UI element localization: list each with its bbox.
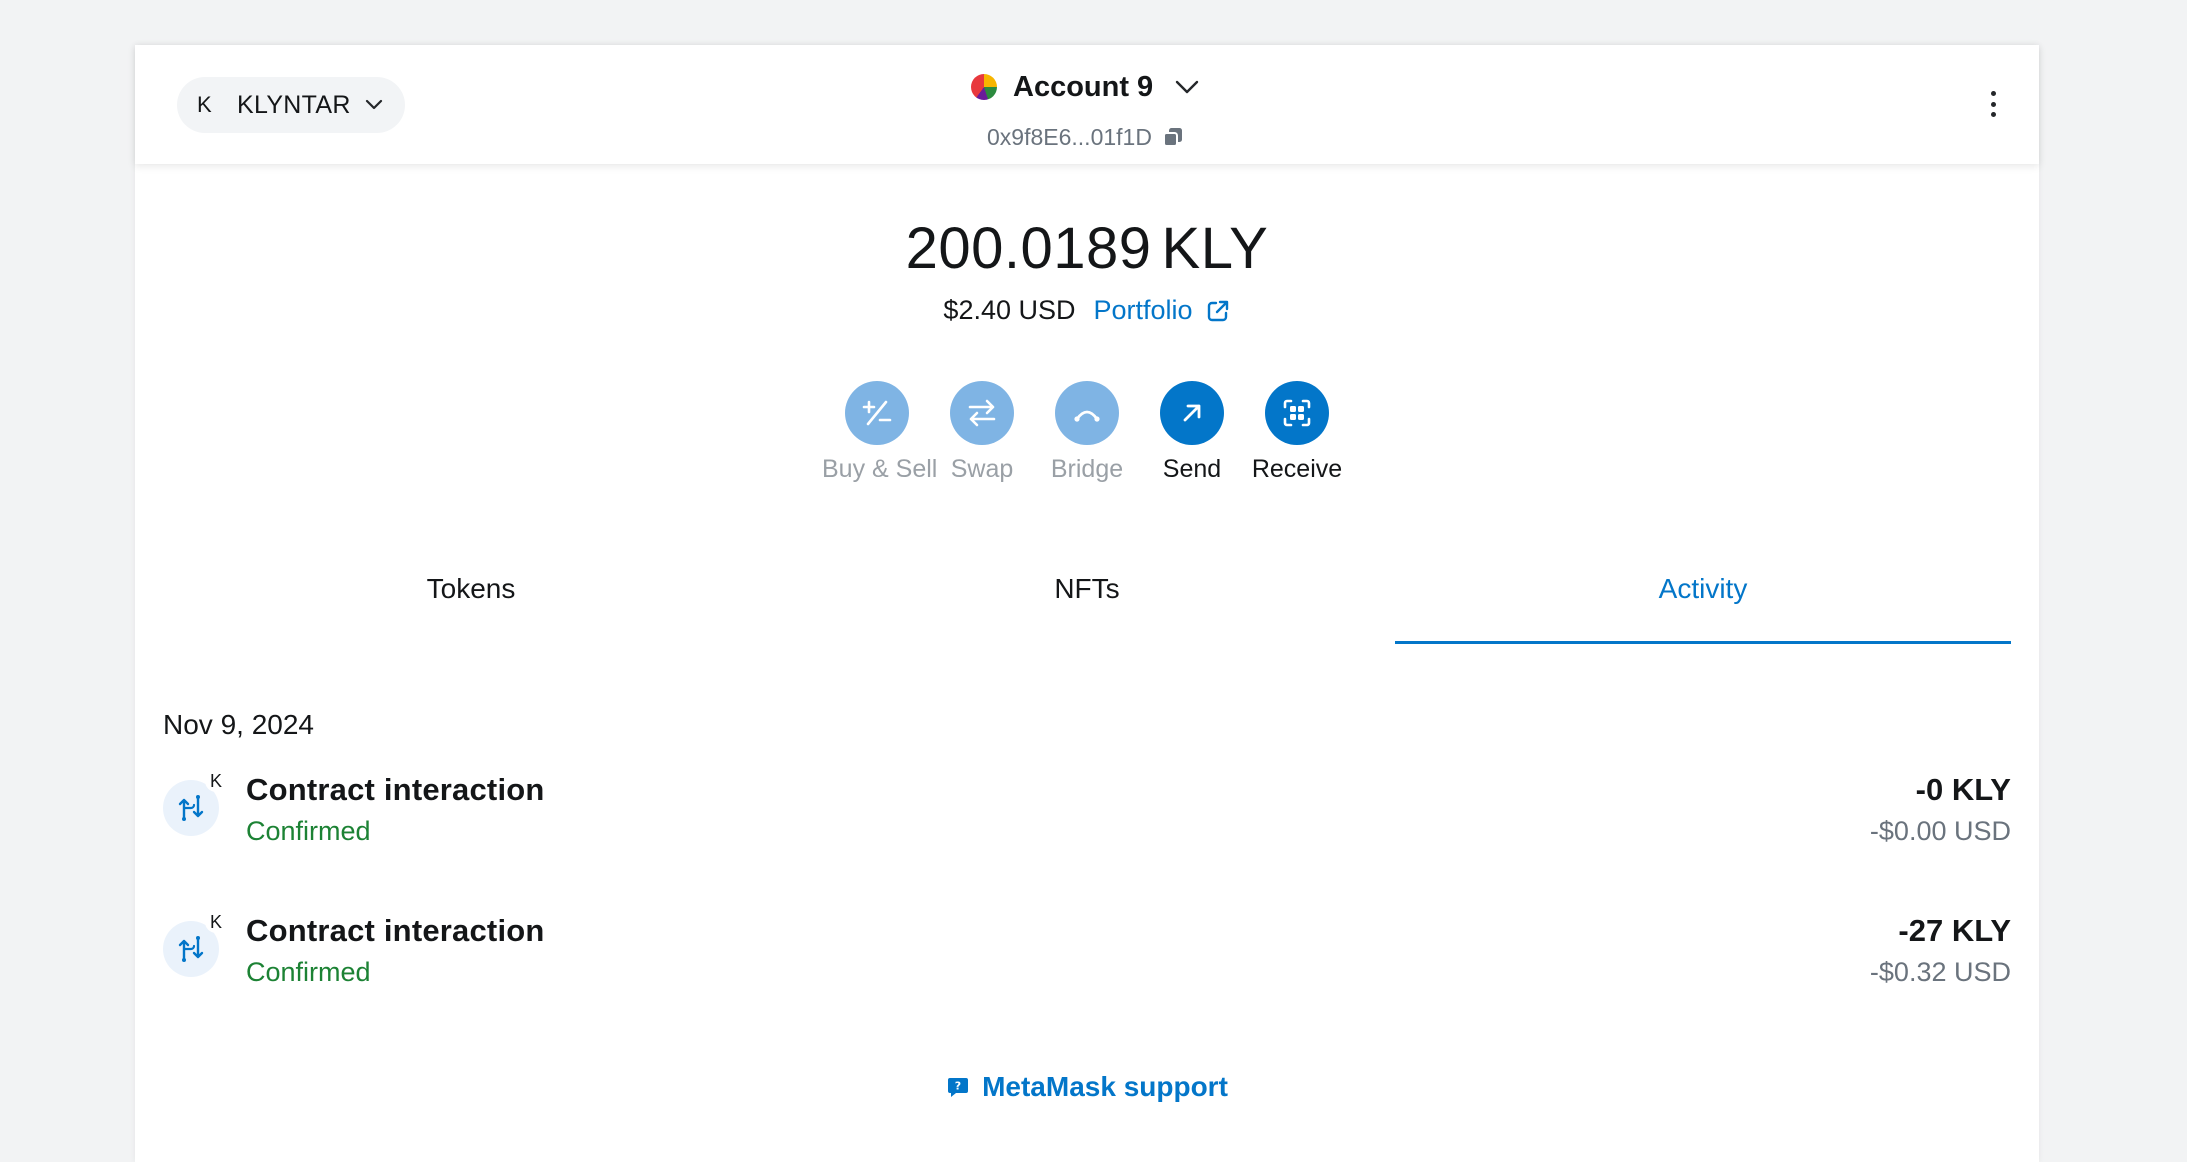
fiat-row: $2.40 USD Portfolio <box>135 295 2039 326</box>
tx-status: Confirmed <box>246 957 371 987</box>
network-picker[interactable]: K KLYNTAR <box>177 77 405 133</box>
tx-icon-wrap: K <box>163 770 227 838</box>
tab-nfts[interactable]: NFTs <box>779 565 1395 645</box>
metamask-support-link[interactable]: ? MetaMask support <box>135 1071 2039 1103</box>
buy-sell-label: Buy & Sell <box>822 455 938 483</box>
receive-button[interactable]: Receive <box>1242 381 1352 484</box>
scan-qr-icon <box>1265 381 1329 445</box>
swap-arrows-icon <box>950 381 1014 445</box>
tx-fiat-amount: -$0.32 USD <box>1869 957 2011 987</box>
arrow-up-right-icon <box>1160 381 1224 445</box>
balance-currency: KLY <box>1161 216 1269 281</box>
tx-title: Contract interaction <box>246 772 545 807</box>
tx-fiat-amount: -$0.00 USD <box>1869 816 2011 846</box>
account-name: Account 9 <box>1013 70 1154 103</box>
balance-display: 200.0189 KLY <box>135 215 2039 282</box>
portfolio-link[interactable]: Portfolio <box>1094 295 1231 326</box>
network-badge: K <box>205 911 227 933</box>
tab-bar: Tokens NFTs Activity <box>163 565 2011 645</box>
tx-status: Confirmed <box>246 816 371 846</box>
account-address-row: 0x9f8E6...01f1D <box>987 121 1184 153</box>
send-label: Send <box>1162 455 1222 483</box>
tx-amount: -27 KLY <box>1898 913 2011 948</box>
copy-icon[interactable] <box>1162 126 1184 148</box>
swap-button[interactable]: Swap <box>927 381 1037 484</box>
account-picker[interactable]: Account 9 <box>971 67 1199 107</box>
tab-tokens[interactable]: Tokens <box>163 565 779 645</box>
buy-sell-button[interactable]: Buy & Sell <box>822 381 938 484</box>
portfolio-label: Portfolio <box>1093 295 1193 325</box>
help-chat-icon: ? <box>948 1078 969 1097</box>
bridge-icon <box>1055 381 1119 445</box>
tx-icon-wrap: K <box>163 911 227 979</box>
tx-title: Contract interaction <box>246 913 545 948</box>
account-address: 0x9f8E6...01f1D <box>987 123 1152 150</box>
network-avatar: K <box>197 92 212 117</box>
tab-activity[interactable]: Activity <box>1395 565 2011 645</box>
bridge-button[interactable]: Bridge <box>1032 381 1142 484</box>
balance-amount: 200.0189 <box>905 216 1152 281</box>
tx-amount: -0 KLY <box>1915 772 2011 807</box>
chevron-down-icon <box>365 99 382 110</box>
app-header: K KLYNTAR Account 9 0x9f8E6...01f1D <box>135 45 2039 164</box>
svg-text:?: ? <box>955 1080 961 1093</box>
account-avatar <box>971 74 997 100</box>
wallet-panel: K KLYNTAR Account 9 0x9f8E6...01f1D 200.… <box>135 45 2039 1162</box>
fiat-balance: $2.40 USD <box>943 295 1076 325</box>
plus-minus-icon <box>845 381 909 445</box>
activity-date-header: Nov 9, 2024 <box>163 709 314 740</box>
network-badge: K <box>205 770 227 792</box>
external-link-icon <box>1207 300 1228 321</box>
receive-label: Receive <box>1251 455 1343 483</box>
activity-item[interactable]: K Contract interaction Confirmed -0 KLY … <box>163 762 2011 862</box>
bridge-label: Bridge <box>1050 455 1124 483</box>
support-label: MetaMask support <box>982 1071 1228 1102</box>
chevron-down-icon <box>1175 80 1199 94</box>
send-button[interactable]: Send <box>1137 381 1247 484</box>
network-name: KLYNTAR <box>237 90 351 119</box>
action-bar: Buy & Sell Swap Bridge Send Receive <box>135 381 2039 491</box>
swap-label: Swap <box>950 455 1014 483</box>
activity-item[interactable]: K Contract interaction Confirmed -27 KLY… <box>163 903 2011 1003</box>
kebab-menu-icon[interactable] <box>1989 91 1997 117</box>
